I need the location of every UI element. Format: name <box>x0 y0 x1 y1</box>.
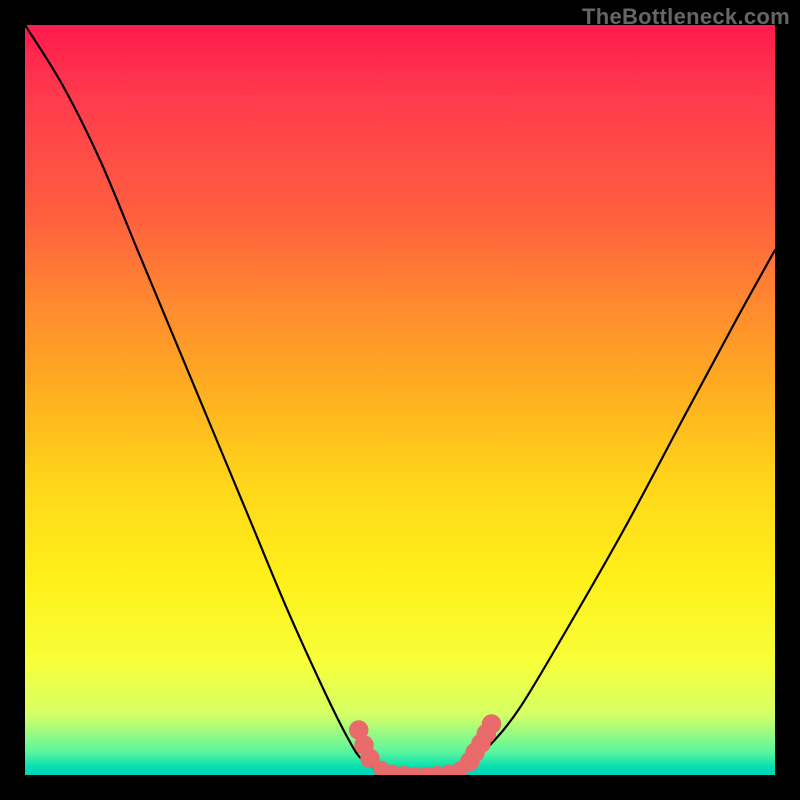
bottleneck-curve <box>25 25 775 775</box>
watermark-text: TheBottleneck.com <box>582 4 790 30</box>
chart-svg <box>25 25 775 775</box>
chart-frame: TheBottleneck.com <box>0 0 800 800</box>
marker-group <box>349 714 501 775</box>
marker-dot <box>482 714 502 734</box>
plot-area <box>25 25 775 775</box>
